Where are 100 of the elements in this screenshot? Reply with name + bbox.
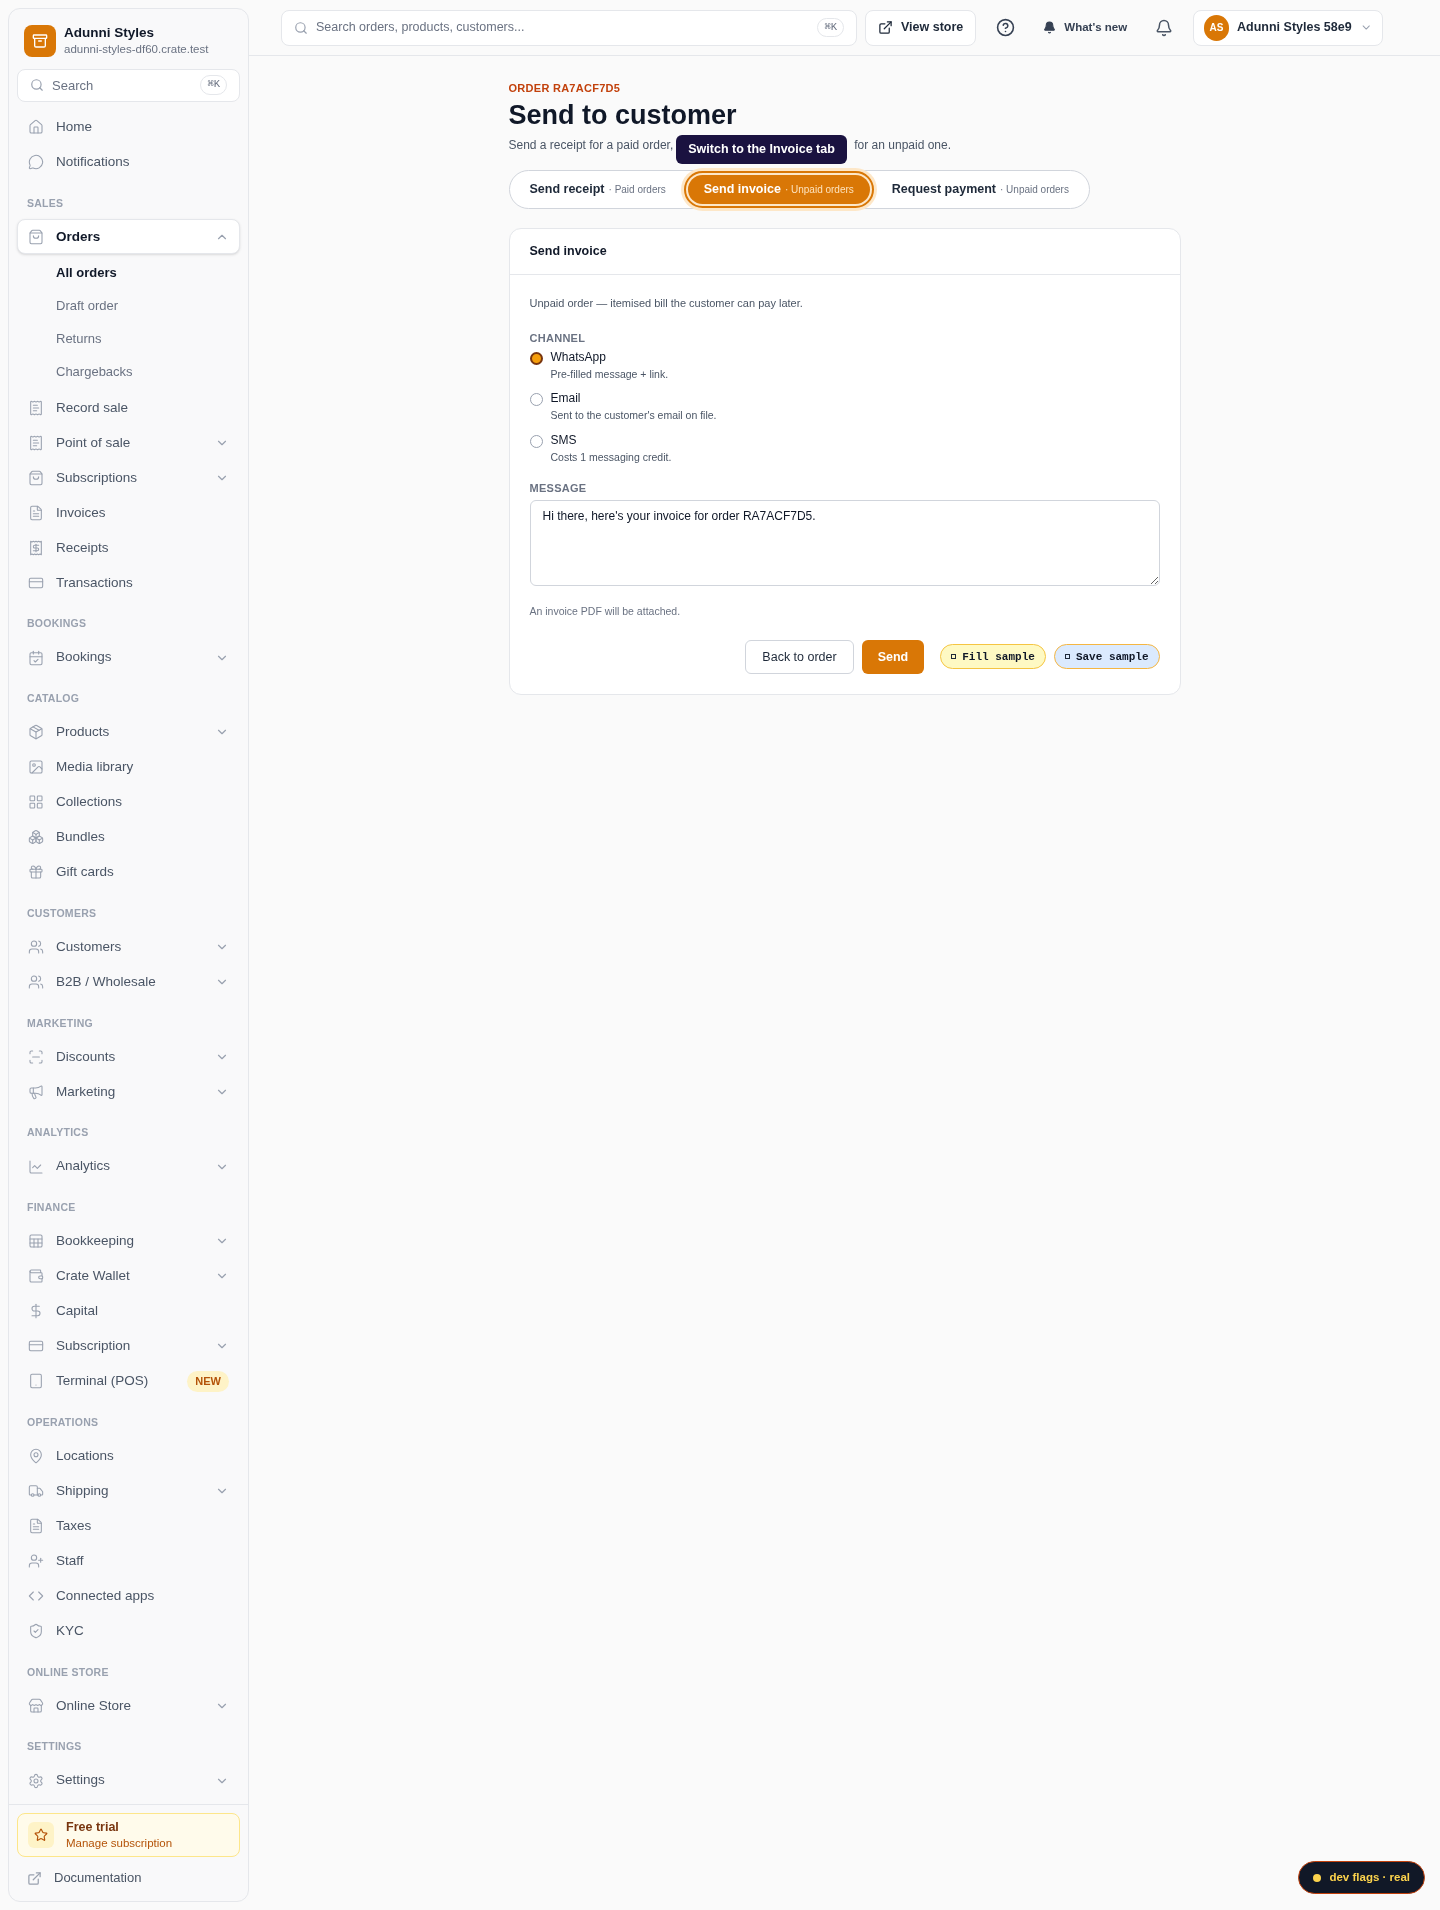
pin-icon xyxy=(28,1448,44,1464)
user-plus-icon xyxy=(28,1553,44,1569)
tooltip: Switch to the Invoice tab xyxy=(676,135,847,164)
trial-title: Free trial xyxy=(66,1820,120,1836)
attachment-note: An invoice PDF will be attached. xyxy=(529,604,682,620)
search-field[interactable]: Search ⌘K xyxy=(17,69,240,102)
section-heading: CUSTOMERS xyxy=(26,905,98,921)
section-heading: MARKETING xyxy=(26,1015,94,1031)
page-subtitle: for an unpaid one. xyxy=(854,137,952,155)
tab[interactable]: Request payment · Unpaid orders xyxy=(875,175,1085,205)
shield-icon xyxy=(28,1623,44,1639)
nav-item[interactable]: Staff xyxy=(17,1543,240,1579)
global-search-field[interactable]: Search orders, products, customers... ⌘K xyxy=(281,9,857,46)
nav-item[interactable]: Home xyxy=(17,109,240,145)
external-link-icon xyxy=(878,20,893,35)
nav-subitem[interactable]: Draft order xyxy=(47,289,240,323)
nav-item[interactable]: Terminal (POS) NEW xyxy=(17,1363,240,1399)
home-icon xyxy=(28,119,44,135)
nav-item[interactable]: Point of sale xyxy=(17,425,240,461)
document-icon xyxy=(28,504,44,521)
nav-item[interactable]: Media library xyxy=(17,749,240,785)
section-heading: CATALOG xyxy=(26,691,81,706)
nav-item[interactable]: Shipping xyxy=(17,1473,240,1509)
new-badge: NEW xyxy=(187,1371,229,1392)
box-icon xyxy=(28,724,44,741)
tab[interactable]: Send receipt · Paid orders xyxy=(513,175,682,205)
truck-icon xyxy=(28,1483,44,1499)
search-icon xyxy=(30,78,44,93)
users-icon xyxy=(28,939,44,955)
view-store-button[interactable]: View store xyxy=(865,9,977,46)
notifications-icon[interactable] xyxy=(1155,18,1174,37)
nav-item[interactable]: Subscriptions xyxy=(17,460,240,496)
nav-item[interactable]: Products xyxy=(17,714,240,750)
radio-button[interactable] xyxy=(529,434,543,448)
calendar-icon xyxy=(28,649,44,666)
nav-subitem[interactable]: All orders xyxy=(47,256,240,290)
boxes-icon xyxy=(28,829,44,846)
avatar: AS xyxy=(1204,14,1230,41)
section-heading: ONLINE STORE xyxy=(26,1664,110,1680)
nav-item[interactable]: Gift cards xyxy=(17,854,240,890)
nav-item[interactable]: Transactions xyxy=(17,565,240,601)
account-menu[interactable]: AS Adunni Styles 58e9 xyxy=(1193,9,1384,46)
fill-sample-button[interactable]: Fill sample xyxy=(940,644,1046,670)
megaphone-icon xyxy=(28,1083,44,1100)
nav-item[interactable]: Notifications xyxy=(17,144,240,180)
nav-item[interactable]: Orders xyxy=(17,219,240,255)
store-name: Adunni Styles xyxy=(64,25,155,43)
receipt-icon xyxy=(28,399,44,416)
help-icon[interactable] xyxy=(996,18,1016,37)
nav-item[interactable]: Taxes xyxy=(17,1508,240,1544)
nav-item[interactable]: Analytics xyxy=(17,1149,240,1184)
dev-flags-badge[interactable]: dev flags · real xyxy=(1298,1861,1425,1894)
nav-item[interactable]: B2B / Wholesale xyxy=(17,964,240,1000)
nav-item[interactable]: Locations xyxy=(17,1438,240,1474)
nav-item[interactable]: Crate Wallet xyxy=(17,1258,240,1294)
receipt-icon xyxy=(28,434,44,451)
external-link-icon xyxy=(27,1870,42,1886)
nav-item[interactable]: Bookkeeping xyxy=(17,1223,240,1259)
store-domain: adunni-styles-df60.crate.test xyxy=(64,42,209,57)
nav-item[interactable]: Settings xyxy=(17,1763,240,1798)
nav-subitem[interactable]: Chargebacks xyxy=(47,355,240,389)
nav-item[interactable]: Receipts xyxy=(17,530,240,566)
nav-item[interactable]: Marketing xyxy=(17,1074,240,1110)
card-title: Send invoice xyxy=(529,243,607,261)
nav-subitem[interactable]: Returns xyxy=(47,322,240,356)
scan-icon xyxy=(28,1048,44,1065)
order-label: ORDER RA7ACF7D5 xyxy=(508,81,622,96)
table-icon xyxy=(28,1233,44,1250)
section-heading: ANALYTICS xyxy=(26,1125,90,1141)
receipt-icon xyxy=(28,539,44,556)
message-field[interactable]: Hi there, here's your invoice for order RA7ACF7D5. xyxy=(529,500,1160,587)
star-icon xyxy=(34,1828,48,1842)
nav-item[interactable]: Bundles xyxy=(17,819,240,855)
trial-card[interactable]: Free trial Manage subscription xyxy=(17,1813,240,1857)
settings-icon xyxy=(28,1772,44,1789)
nav-item[interactable]: Customers xyxy=(17,929,240,965)
card-description: Unpaid order — itemised bill the customer can pay later. xyxy=(529,296,804,312)
nav-item[interactable]: Bookings xyxy=(17,640,240,675)
nav-item[interactable]: Subscription xyxy=(17,1328,240,1364)
tablet-icon xyxy=(28,1373,44,1390)
nav-item[interactable]: Connected apps xyxy=(17,1578,240,1614)
save-sample-button[interactable]: Save sample xyxy=(1053,644,1160,670)
documentation-link[interactable]: Documentation xyxy=(17,1861,240,1895)
nav-item[interactable]: Collections xyxy=(17,784,240,820)
radio-button[interactable] xyxy=(529,352,543,366)
dollar-icon xyxy=(28,1303,44,1320)
nav-item[interactable]: Discounts xyxy=(17,1039,240,1075)
nav-item[interactable]: Record sale xyxy=(17,390,240,426)
section-heading: OPERATIONS xyxy=(26,1414,100,1430)
nav-item[interactable]: KYC xyxy=(17,1613,240,1649)
whats-new-button[interactable]: What's new xyxy=(1035,9,1136,46)
page-title: Send to customer xyxy=(508,98,738,132)
radio-button[interactable] xyxy=(529,393,543,407)
manage-subscription-link[interactable]: Manage subscription xyxy=(66,1835,173,1850)
code-icon xyxy=(28,1588,44,1604)
nav-item[interactable]: Capital xyxy=(17,1293,240,1329)
field-label: CHANNEL xyxy=(529,330,587,346)
back-button[interactable]: Back to order xyxy=(745,639,854,674)
nav-item[interactable]: Online Store xyxy=(17,1688,240,1724)
nav-item[interactable]: Invoices xyxy=(17,495,240,531)
